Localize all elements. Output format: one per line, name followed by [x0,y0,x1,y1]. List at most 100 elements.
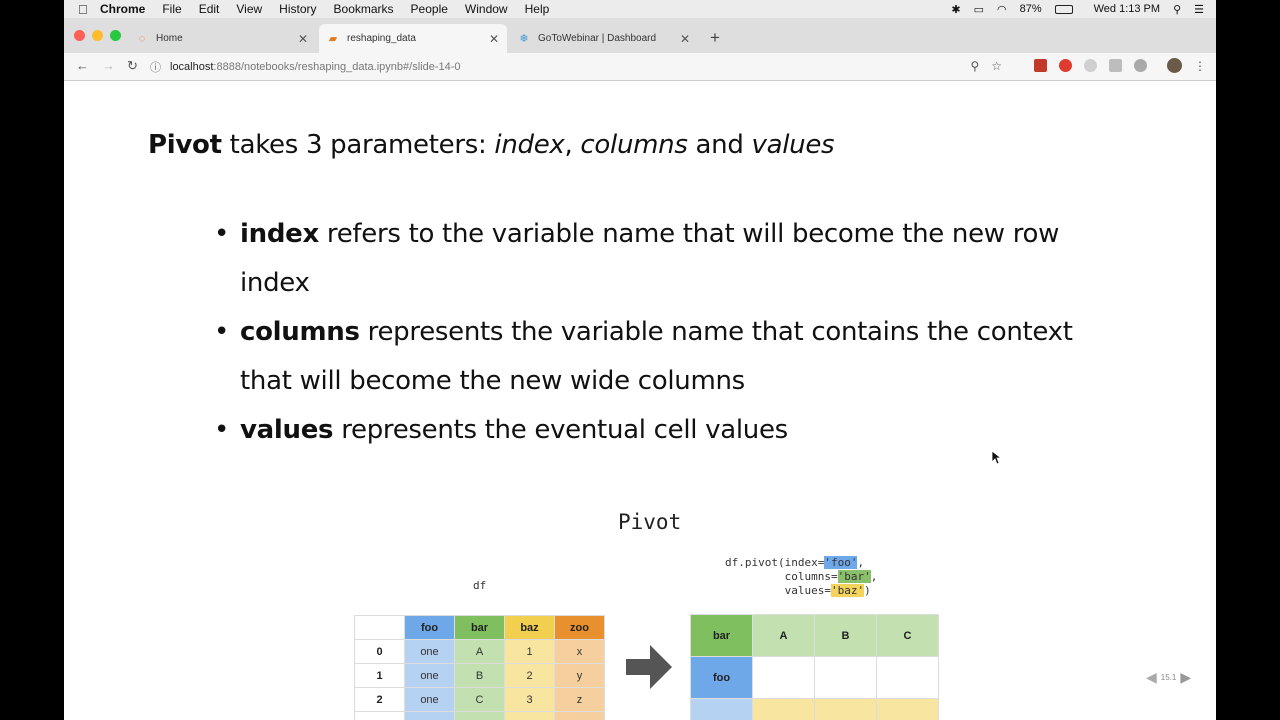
menu-file[interactable]: File [162,2,181,16]
bullet-term: values [240,415,334,445]
extension-gray-dot-icon[interactable] [1134,59,1147,72]
menu-bookmarks[interactable]: Bookmarks [334,2,394,16]
table-cell [752,656,815,699]
apple-menu-icon[interactable]:  [78,2,100,17]
minimize-window-button[interactable] [92,30,103,41]
result-table: bar A B C foo [690,614,939,720]
bullet-columns: columns represents the variable name tha… [214,308,1114,406]
tab-gotowebinar[interactable]: ❄ GoToWebinar | Dashboard ✕ [510,24,698,53]
table-cell-foo [404,711,455,720]
notification-center-icon[interactable]: ☰ [1194,3,1204,16]
prev-slide-icon[interactable]: ◀ [1146,669,1157,686]
headline-pivot: Pivot [148,130,222,160]
next-slide-icon[interactable]: ▶ [1180,669,1191,686]
table-cell-index: 0 [354,639,405,664]
right-arrow-icon [626,645,672,689]
jupyter-icon: ◌ [138,32,146,45]
menu-view[interactable]: View [236,2,262,16]
table-cell-index: 1 [354,663,405,688]
table-cell-zoo: z [554,687,605,712]
close-tab-icon[interactable]: ✕ [489,32,499,46]
table-header-corner [354,615,405,640]
bullet-desc: refers to the variable name that will be… [240,219,1060,298]
clock[interactable]: Wed 1:13 PM [1094,3,1160,15]
bullet-desc: represents the variable name that contai… [240,317,1073,396]
address-bar[interactable]: ⓘ localhost :8888/notebooks/reshaping_da… [150,56,1010,78]
df-label: df [473,579,487,592]
menu-history[interactable]: History [279,2,316,16]
headline-param-columns: columns [580,130,688,160]
battery-icon[interactable] [1054,4,1073,14]
slide-navigation: ◀ 15.1 ▶ [1146,669,1191,686]
site-info-icon[interactable]: ⓘ [150,59,161,75]
close-window-button[interactable] [74,30,85,41]
table-row: foo [690,656,939,699]
extension-red-square-icon[interactable] [1034,59,1047,72]
browser-frame:  Chrome File Edit View History Bookmark… [64,0,1216,720]
url-host: localhost [170,61,214,73]
menu-help[interactable]: Help [525,2,550,16]
code-highlight-foo: 'foo' [824,556,858,569]
code-text: , [857,556,865,569]
table-header-zoo: zoo [554,615,605,640]
bullet-index: index refers to the variable name that w… [214,210,1114,308]
profile-avatar[interactable] [1167,58,1182,73]
spotlight-icon[interactable]: ⚲ [1173,3,1181,16]
tab-title: GoToWebinar | Dashboard [538,33,657,44]
slide: Pivot takes 3 parameters: index, columns… [64,82,1216,720]
window-controls [74,30,121,41]
close-tab-icon[interactable]: ✕ [680,32,690,46]
forward-button[interactable]: → [102,58,115,73]
menu-chrome[interactable]: Chrome [100,2,145,16]
code-text: , [870,570,878,583]
table-row-partial [354,711,605,720]
tab-reshaping-data[interactable]: ▰ reshaping_data ✕ [319,24,507,53]
headline-sep: , [564,130,581,160]
pivot-code: df.pivot(index='foo', columns='bar', val… [725,556,877,598]
tab-home[interactable]: ◌ Home ✕ [128,24,316,53]
wifi-icon[interactable]: ◠ [997,3,1007,16]
menu-people[interactable]: People [411,2,448,16]
new-tab-button[interactable]: + [710,28,720,48]
extension-gray-square-icon[interactable] [1109,59,1122,72]
headline-param-values: values [751,130,835,160]
table-cell-index [354,711,405,720]
extension-gray-circle-icon[interactable] [1084,59,1097,72]
table-row: 2 one C 3 z [354,687,605,712]
zoom-icon[interactable]: ⚲ [970,59,979,73]
table-row-partial [690,698,939,720]
battery-percent[interactable]: 87% [1020,3,1042,15]
table-cell-foo: one [404,687,455,712]
bullet-values: values represents the eventual cell valu… [214,406,1114,455]
table-header-col-a: A [752,614,815,657]
table-cell-baz: 2 [504,663,555,688]
code-highlight-bar: 'bar' [837,570,871,583]
table-header-col-c: C [876,614,939,657]
bullet-desc: represents the eventual cell values [333,415,788,445]
table-cell [752,698,815,720]
zoom-window-button[interactable] [110,30,121,41]
bluetooth-icon[interactable]: ✱ [951,3,960,16]
chrome-menu-icon[interactable]: ⋮ [1194,59,1206,73]
back-button[interactable]: ← [76,58,89,73]
table-cell [876,656,939,699]
headline-text: takes 3 parameters: [221,130,495,160]
reload-button[interactable]: ↻ [127,58,138,74]
close-tab-icon[interactable]: ✕ [298,32,308,46]
bookmark-star-icon[interactable]: ☆ [991,59,1002,73]
code-text: df.pivot(index= [725,556,825,569]
slide-headline: Pivot takes 3 parameters: index, columns… [148,130,835,160]
table-cell-foo: one [404,663,455,688]
table-cell [814,698,877,720]
menu-edit[interactable]: Edit [199,2,220,16]
table-cell [814,656,877,699]
menu-window[interactable]: Window [465,2,508,16]
table-cell-baz: 3 [504,687,555,712]
bullet-term: index [240,219,319,249]
extension-red-circle-icon[interactable] [1059,59,1072,72]
table-index-label: foo [690,656,753,699]
airplay-icon[interactable]: ▭ [974,3,984,16]
headline-param-index: index [494,130,565,160]
table-cell-baz [504,711,555,720]
table-header-bar: bar [454,615,505,640]
